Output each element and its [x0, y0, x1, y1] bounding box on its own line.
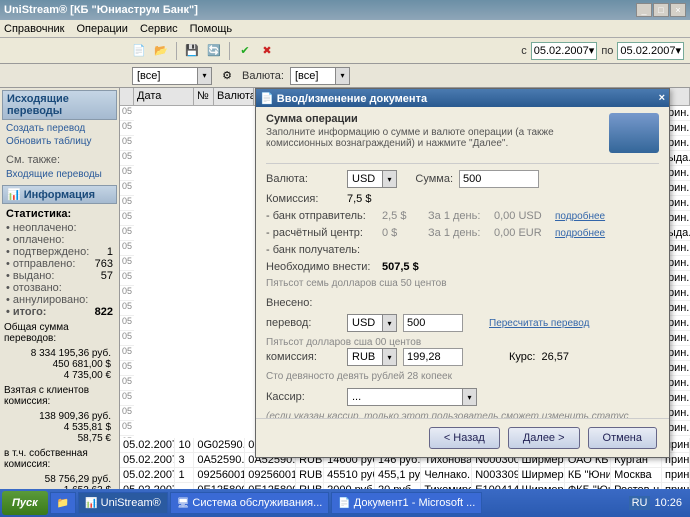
task-word[interactable]: 📄 Документ1 - Microsoft ... [331, 492, 482, 514]
menu-service[interactable]: Сервис [140, 23, 178, 35]
delete-icon[interactable]: ✖ [258, 42, 276, 60]
check-icon[interactable]: ✔ [236, 42, 254, 60]
document-dialog: 📄 Ввод/изменение документа × Сумма опера… [255, 88, 670, 458]
stats-label: Статистика: [2, 206, 117, 222]
refresh-icon[interactable]: 🔄 [205, 42, 223, 60]
back-button[interactable]: < Назад [429, 427, 500, 449]
filter-bar: [все]▾ ⚙ Валюта: [все]▾ [0, 64, 690, 88]
book-icon [609, 113, 659, 153]
date-from-input[interactable]: 05.02.2007 ▾ [531, 42, 598, 60]
refresh-table-link[interactable]: Обновить таблицу [2, 135, 117, 148]
create-transfer-link[interactable]: Создать перевод [2, 122, 117, 135]
see-also-label: См. также: [2, 152, 117, 168]
window-title: UniStream® [КБ "Юниаструм Банк"] [4, 4, 198, 16]
date-from-label: с [521, 45, 527, 57]
task-unistream[interactable]: 📊 UniStream® [78, 492, 168, 514]
dialog-titlebar: 📄 Ввод/изменение документа × [256, 89, 669, 107]
next-button[interactable]: Далее > [508, 427, 580, 449]
transfer-amount-input[interactable] [403, 314, 463, 332]
cashier-select[interactable]: ...▾ [347, 388, 477, 406]
menubar: Справочник Операции Сервис Помощь [0, 20, 690, 38]
menu-operations[interactable]: Операции [77, 23, 128, 35]
tray-time: 10:26 [654, 497, 682, 509]
menu-help[interactable]: Помощь [190, 23, 233, 35]
dialog-close-icon[interactable]: × [659, 92, 665, 104]
minimize-button[interactable]: _ [636, 3, 652, 17]
start-button[interactable]: Пуск [2, 491, 48, 515]
sum-input[interactable] [459, 170, 539, 188]
cancel-button[interactable]: Отмена [588, 427, 657, 449]
close-button[interactable]: × [670, 3, 686, 17]
window-titlebar: UniStream® [КБ "Юниаструм Банк"] _ □ × [0, 0, 690, 20]
client-fee-label: Взятая с клиентов комиссия: [2, 381, 117, 411]
sidebar: Исходящие переводы Создать перевод Обнов… [0, 88, 120, 498]
task-system[interactable]: 🖥 Система обслуживания... [170, 492, 330, 514]
comm-cur-select[interactable]: RUB▾ [347, 348, 397, 366]
incoming-link[interactable]: Входящие переводы [2, 168, 117, 181]
date-to-label: по [601, 45, 613, 57]
info-header: 📊 Информация [2, 185, 117, 204]
outgoing-header: Исходящие переводы [2, 90, 117, 120]
currency-label: Валюта: [242, 70, 284, 82]
task-qlaunch[interactable]: 📁 [50, 492, 76, 514]
toolbar: 📄 📂 💾 🔄 ✔ ✖ с 05.02.2007 ▾ по 05.02.2007… [0, 38, 690, 64]
menu-spravochnik[interactable]: Справочник [4, 23, 65, 35]
filter-all-combo[interactable]: [все]▾ [132, 67, 212, 85]
tray-lang[interactable]: RU [629, 496, 651, 510]
new-icon[interactable]: 📄 [130, 42, 148, 60]
maximize-button[interactable]: □ [653, 3, 669, 17]
dialog-heading: Сумма операции [266, 113, 601, 125]
transfer-cur-select[interactable]: USD▾ [347, 314, 397, 332]
table-row[interactable]: 05.02.200710925600109256001RUB45510 руб.… [120, 468, 690, 483]
total-sum-label: Общая сумма переводов: [2, 318, 117, 348]
more-link-1[interactable]: подробнее [555, 211, 605, 222]
comm-amount-input[interactable] [403, 348, 463, 366]
grid-area: Дата № Валюта Сумма Комиссия ID клиента … [120, 88, 690, 498]
date-to-input[interactable]: 05.02.2007 ▾ [617, 42, 684, 60]
more-link-2[interactable]: подробнее [555, 228, 605, 239]
own-fee-label: в т.ч. собственная комиссия: [2, 444, 117, 474]
dialog-hint: Заполните информацию о сумме и валюте оп… [266, 127, 601, 149]
currency-combo[interactable]: [все]▾ [290, 67, 350, 85]
taskbar: Пуск 📁 📊 UniStream® 🖥 Система обслуживан… [0, 489, 690, 517]
filter-icon[interactable]: ⚙ [218, 67, 236, 85]
recalc-link[interactable]: Пересчитать перевод [489, 318, 589, 329]
save-icon[interactable]: 💾 [183, 42, 201, 60]
currency-select[interactable]: USD▾ [347, 170, 397, 188]
open-icon[interactable]: 📂 [152, 42, 170, 60]
